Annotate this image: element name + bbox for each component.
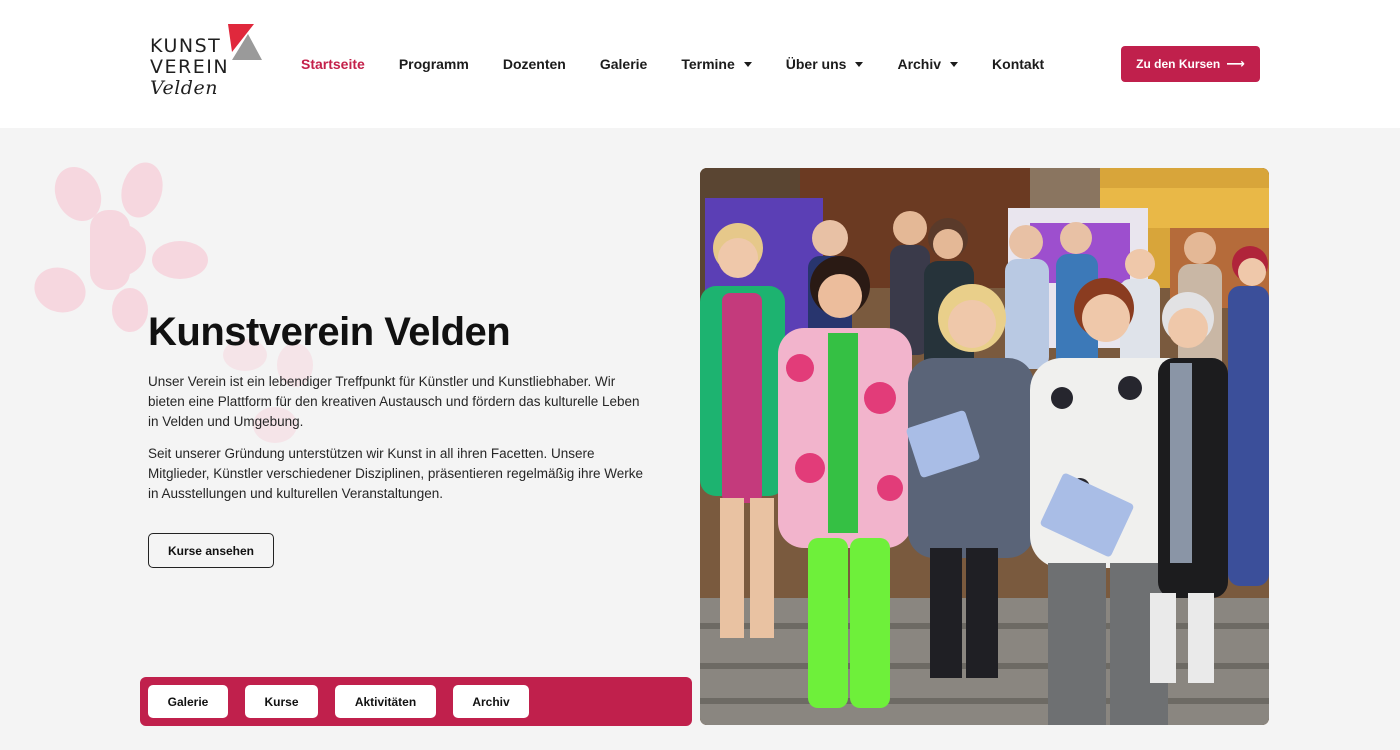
nav-item-kontakt[interactable]: Kontakt bbox=[992, 56, 1044, 72]
arrow-right-icon: ⟶ bbox=[1226, 56, 1245, 71]
logo-triangle-icon bbox=[228, 24, 262, 60]
quick-link-label: Archiv bbox=[472, 694, 510, 709]
page-title: Kunstverein Velden bbox=[148, 310, 511, 354]
chevron-down-icon bbox=[743, 62, 752, 67]
nav-label: Dozenten bbox=[502, 56, 566, 72]
chevron-down-icon bbox=[950, 62, 959, 67]
nav-item-termine[interactable]: Termine bbox=[681, 56, 752, 72]
logo-line-verein: VEREIN bbox=[150, 56, 230, 78]
nav-label: Über uns bbox=[785, 56, 847, 72]
quick-link-label: Aktivitäten bbox=[354, 694, 417, 709]
logo-line-kunst: KUNST bbox=[150, 35, 222, 57]
quick-link-kurse[interactable]: Kurse bbox=[245, 685, 318, 718]
nav-item-archiv[interactable]: Archiv bbox=[897, 56, 959, 72]
quick-link-aktivitaeten[interactable]: Aktivitäten bbox=[335, 685, 436, 718]
main-nav: Startseite Programm Dozenten Galerie Ter… bbox=[301, 54, 1078, 74]
nav-label: Programm bbox=[398, 56, 469, 72]
quick-link-archiv[interactable]: Archiv bbox=[453, 685, 529, 718]
view-courses-label: Kurse ansehen bbox=[167, 543, 255, 558]
nav-item-startseite[interactable]: Startseite bbox=[301, 56, 365, 72]
quick-link-label: Galerie bbox=[167, 694, 209, 709]
view-courses-button[interactable]: Kurse ansehen bbox=[148, 533, 274, 568]
nav-label: Galerie bbox=[599, 56, 648, 72]
cta-label: Zu den Kursen bbox=[1136, 57, 1221, 71]
hero-body-text: Seit unserer Gründung unterstützen wir K… bbox=[148, 446, 643, 501]
nav-item-galerie[interactable]: Galerie bbox=[600, 56, 647, 72]
group-photo bbox=[700, 168, 1269, 725]
logo-text: KUNST VEREIN Velden bbox=[150, 36, 229, 99]
hero-intro-text: Unser Verein ist ein lebendiger Treffpun… bbox=[148, 374, 640, 429]
nav-label: Kontakt bbox=[992, 56, 1045, 72]
quick-links-bar: Galerie Kurse Aktivitäten Archiv bbox=[140, 677, 692, 726]
quick-link-galerie[interactable]: Galerie bbox=[148, 685, 228, 718]
logo-line-velden: Velden bbox=[150, 77, 218, 99]
quick-link-label: Kurse bbox=[264, 694, 299, 709]
nav-label: Startseite bbox=[301, 56, 365, 72]
nav-item-ueber-uns[interactable]: Über uns bbox=[786, 56, 864, 72]
site-logo[interactable]: KUNST VEREIN Velden bbox=[150, 24, 262, 102]
nav-label: Termine bbox=[681, 56, 735, 72]
group-photo-illustration bbox=[700, 168, 1269, 725]
decorative-flower-icon bbox=[34, 162, 208, 332]
site-header: KUNST VEREIN Velden Startseite Programm … bbox=[0, 0, 1400, 128]
nav-label: Archiv bbox=[897, 56, 942, 72]
courses-cta-button[interactable]: Zu den Kursen ⟶ bbox=[1121, 46, 1260, 82]
chevron-down-icon bbox=[855, 62, 864, 67]
nav-item-programm[interactable]: Programm bbox=[399, 56, 469, 72]
nav-item-dozenten[interactable]: Dozenten bbox=[503, 56, 566, 72]
